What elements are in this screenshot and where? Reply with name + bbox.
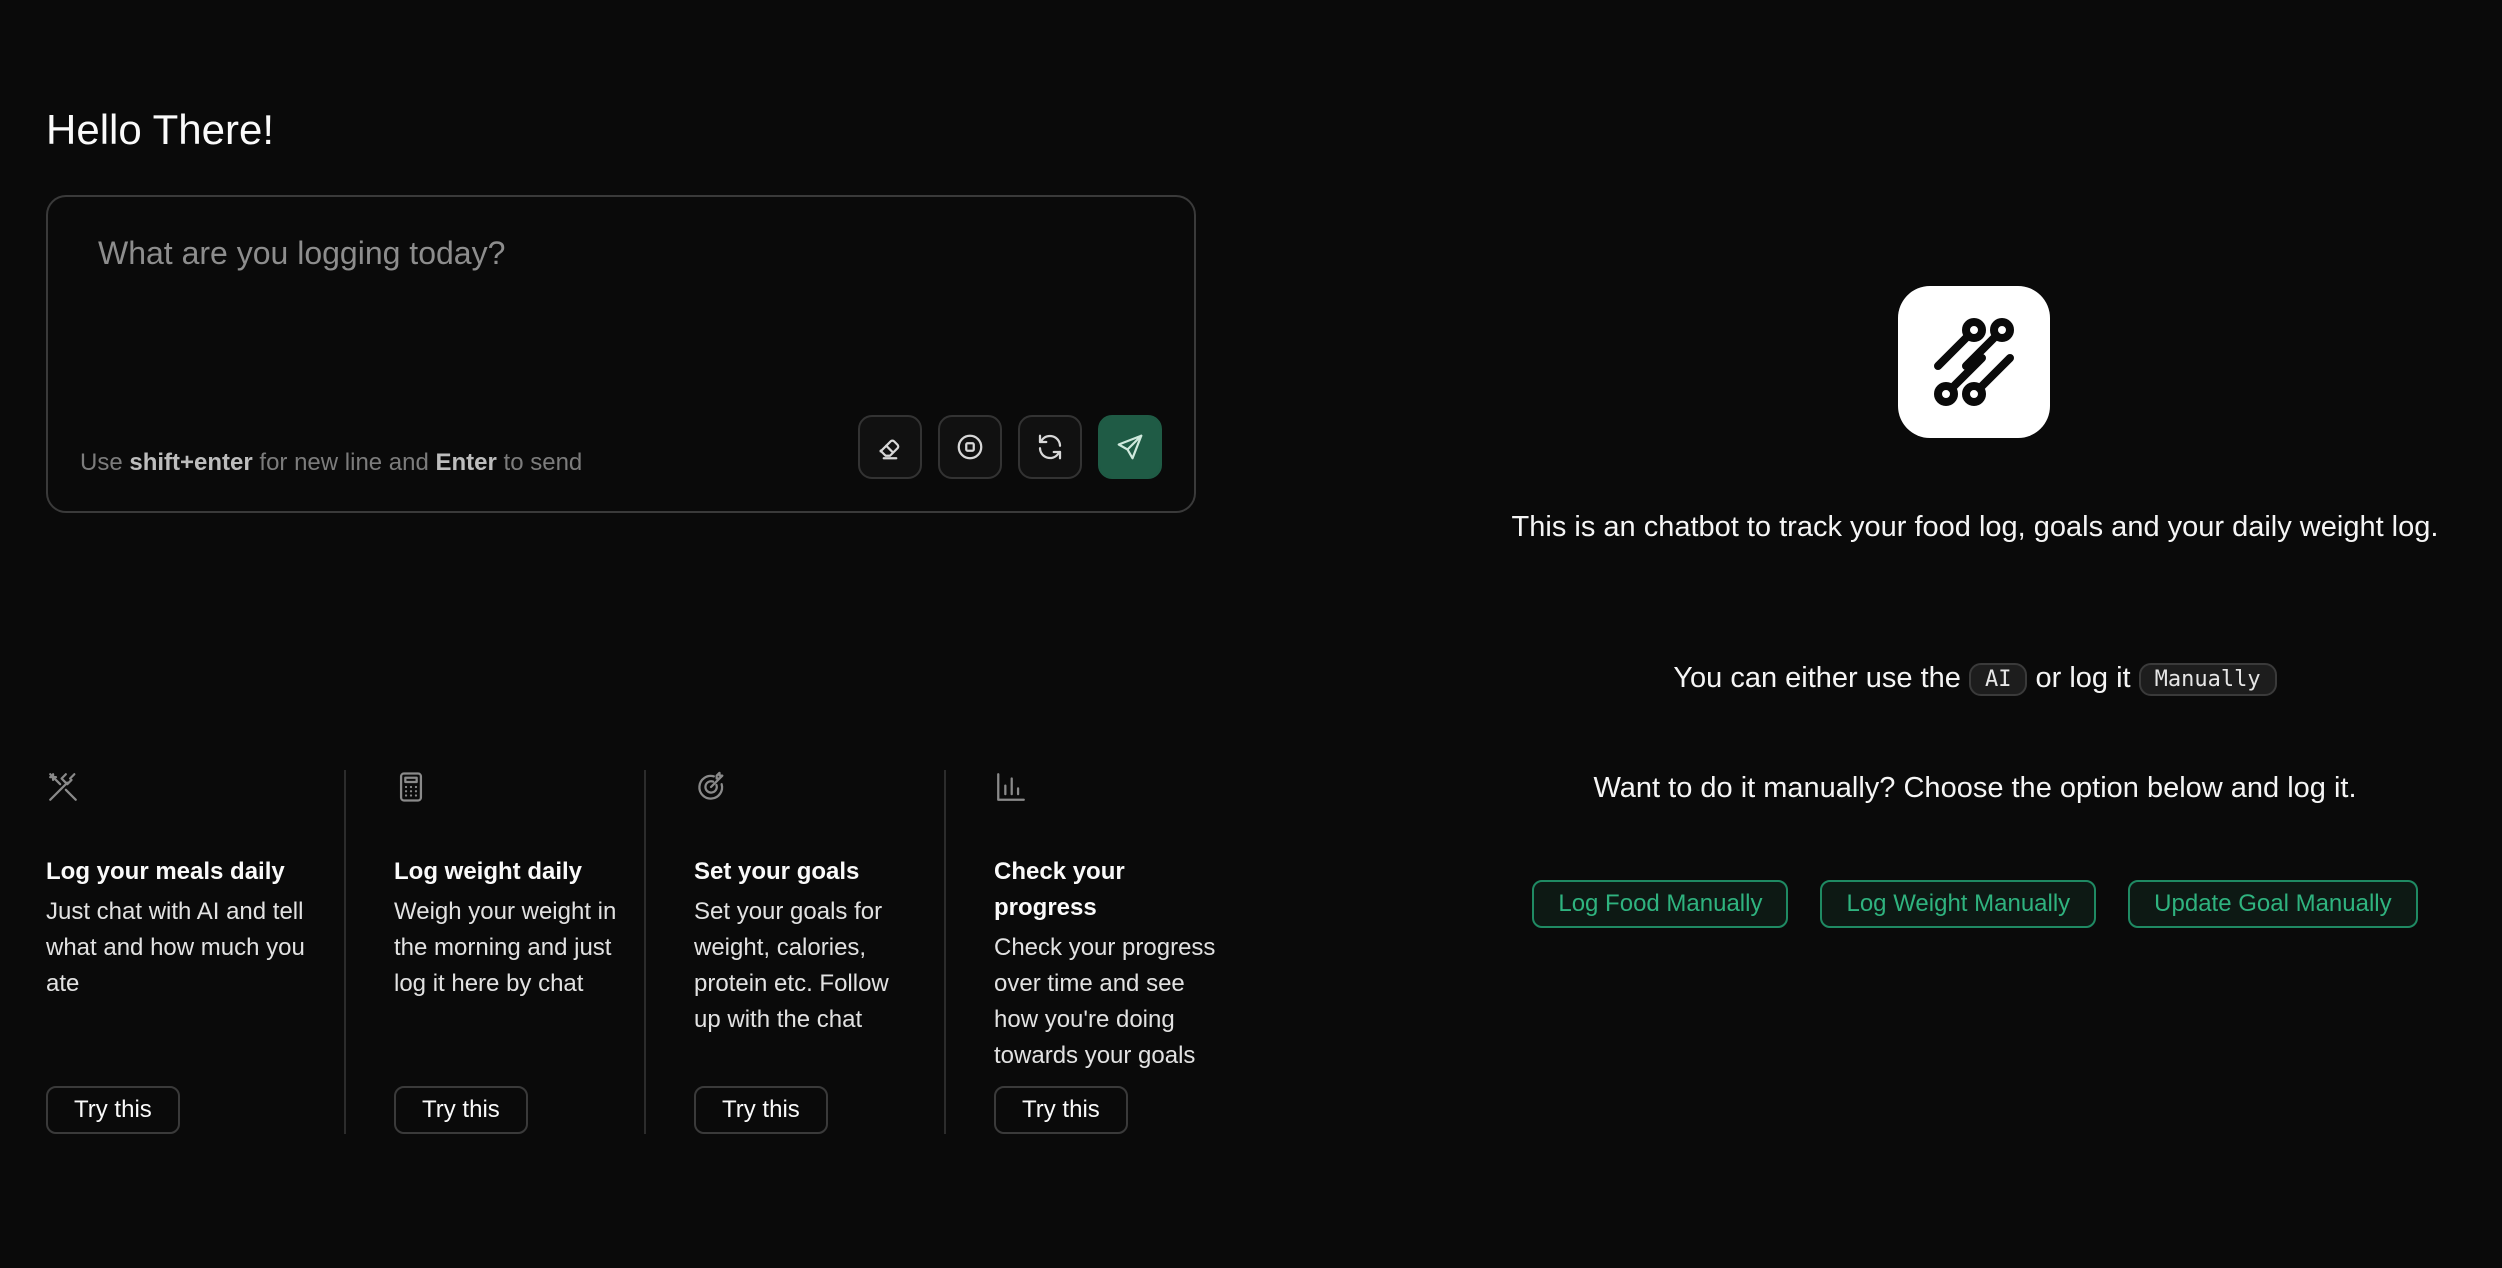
card-description: Check your progress over time and see ho… [994,934,1216,1069]
app-logo [1898,286,2050,438]
card-title: Log your meals daily [46,858,285,885]
composer-tools [858,415,1162,479]
manual-chip: Manually [2138,662,2277,696]
refresh-button[interactable] [1018,415,1082,479]
manual-actions: Log Food Manually Log Weight Manually Up… [1490,880,2460,928]
card-title: Log weight daily [394,858,583,885]
route-logo-icon [1934,318,2014,406]
chat-input[interactable] [96,233,1140,387]
card-description: Set your goals for weight, calories, pro… [694,898,889,1033]
manual-question: Want to do it manually? Choose the optio… [1593,772,2357,804]
chat-composer: Use shift+enter for new line and Enter t… [46,195,1196,513]
card-icon [394,770,428,804]
update-goal-manually-button[interactable]: Update Goal Manually [2128,880,2418,928]
eraser-icon [879,439,900,460]
stop-icon [957,434,983,460]
card-set-goals: Set your goals Set your goals for weight… [646,770,946,1134]
target-icon [698,771,724,800]
mode-description: You can either use the AI or log it Manu… [1490,662,2460,696]
card-icon [694,770,728,804]
calculator-icon [399,772,423,802]
send-button[interactable] [1098,415,1162,479]
right-panel: This is an chatbot to track your food lo… [1490,0,2460,1268]
greeting-title: Hello There! [46,106,275,153]
left-panel: Hello There! Use shift+enter for new lin… [46,0,1215,1268]
refresh-icon [1038,434,1062,460]
card-check-progress: Check your progress Check your progress … [946,770,1246,1134]
feature-cards: Log your meals daily Just chat with AI a… [46,770,1246,1134]
log-food-manually-button[interactable]: Log Food Manually [1532,880,1789,928]
stop-button[interactable] [938,415,1002,479]
try-this-button-progress[interactable]: Try this [994,1086,1128,1134]
utensils-icon [49,773,77,801]
composer-hint: Use shift+enter for new line and Enter t… [80,449,583,476]
card-title: Check your progress [994,858,1125,921]
card-log-weight: Log weight daily Weigh your weight in th… [346,770,646,1134]
card-icon [994,770,1028,804]
app-root: Hello There! Use shift+enter for new lin… [0,0,2502,1268]
bar-chart-icon [997,773,1025,801]
card-icon [46,770,80,804]
intro-text: This is an chatbot to track your food lo… [1511,511,2439,543]
card-description: Weigh your weight in the morning and jus… [394,898,617,997]
card-title: Set your goals [694,858,860,885]
ai-chip: AI [1968,662,2028,696]
clear-button[interactable] [858,415,922,479]
card-description: Just chat with AI and tell what and how … [46,898,305,997]
try-this-button-weight[interactable]: Try this [394,1086,528,1134]
try-this-button-meals[interactable]: Try this [46,1086,180,1134]
log-weight-manually-button[interactable]: Log Weight Manually [1820,880,2097,928]
send-icon [1117,434,1143,460]
card-log-meals: Log your meals daily Just chat with AI a… [46,770,346,1134]
try-this-button-goals[interactable]: Try this [694,1086,828,1134]
